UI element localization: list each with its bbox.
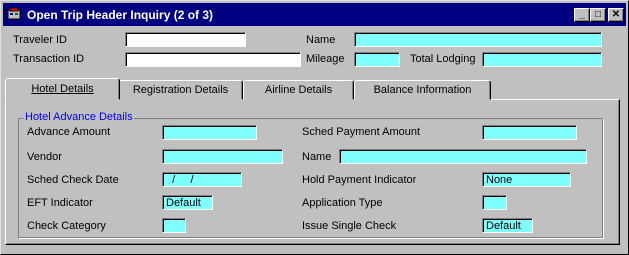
issue-single-check-field: Default bbox=[482, 218, 533, 233]
minimize-button[interactable]: _ bbox=[574, 8, 590, 22]
group-title: Hotel Advance Details bbox=[24, 111, 134, 123]
hold-payment-indicator-label: Hold Payment Indicator bbox=[302, 174, 417, 186]
check-category-field bbox=[162, 218, 186, 233]
app-icon bbox=[7, 7, 21, 20]
check-category-label: Check Category bbox=[27, 220, 106, 232]
traveler-id-label: Traveler ID bbox=[13, 34, 67, 46]
vendor-name-label: Name bbox=[302, 151, 332, 163]
tab-balance-information[interactable]: Balance Information bbox=[354, 80, 491, 100]
close-button[interactable]: ✕ bbox=[608, 8, 624, 22]
mileage-field bbox=[354, 52, 400, 67]
application-type-label: Application Type bbox=[302, 197, 383, 209]
tab-label: Hotel Details bbox=[31, 83, 94, 95]
window-title: Open Trip Header Inquiry (2 of 3) bbox=[27, 8, 214, 22]
minimize-icon: _ bbox=[579, 9, 585, 20]
advance-amount-label: Advance Amount bbox=[27, 126, 111, 138]
tab-registration-details[interactable]: Registration Details bbox=[118, 80, 243, 100]
total-lodging-field bbox=[482, 52, 602, 67]
eft-indicator-field: Default bbox=[162, 195, 213, 210]
tab-hotel-details[interactable]: Hotel Details bbox=[5, 78, 120, 100]
tab-label: Balance Information bbox=[373, 84, 472, 96]
transaction-id-field[interactable] bbox=[125, 52, 301, 67]
issue-single-check-label: Issue Single Check bbox=[302, 220, 397, 232]
vendor-label: Vendor bbox=[27, 151, 62, 163]
hold-payment-indicator-field: None bbox=[482, 172, 571, 187]
sched-check-date-label: Sched Check Date bbox=[27, 174, 119, 186]
sched-payment-amount-field bbox=[482, 125, 577, 140]
eft-indicator-label: EFT Indicator bbox=[27, 197, 93, 209]
application-type-field bbox=[482, 195, 507, 210]
title-bar: Open Trip Header Inquiry (2 of 3) _ □ ✕ bbox=[3, 3, 626, 26]
sched-payment-amount-label: Sched Payment Amount bbox=[302, 126, 421, 138]
tab-airline-details[interactable]: Airline Details bbox=[243, 80, 354, 100]
vendor-field bbox=[162, 149, 283, 164]
maximize-button[interactable]: □ bbox=[590, 8, 606, 22]
name-field bbox=[354, 32, 602, 47]
traveler-id-field[interactable] bbox=[125, 32, 246, 47]
transaction-id-label: Transaction ID bbox=[13, 53, 85, 65]
tab-label: Registration Details bbox=[132, 84, 229, 96]
total-lodging-label: Total Lodging bbox=[410, 53, 476, 65]
advance-amount-field bbox=[162, 125, 257, 140]
mileage-label: Mileage bbox=[306, 53, 345, 65]
sched-check-date-field: / / bbox=[162, 172, 242, 187]
tab-label: Airline Details bbox=[264, 84, 333, 96]
maximize-icon: □ bbox=[594, 9, 602, 20]
close-icon: ✕ bbox=[611, 9, 621, 20]
name-label: Name bbox=[306, 34, 336, 46]
vendor-name-field bbox=[339, 149, 587, 164]
